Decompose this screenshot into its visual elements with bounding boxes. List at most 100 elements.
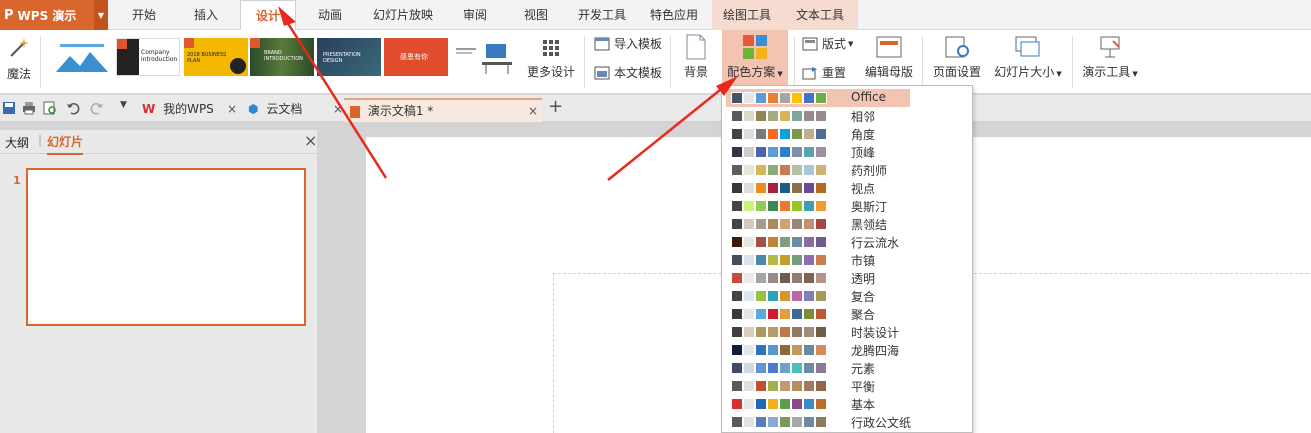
- tab-divider: |: [38, 133, 43, 147]
- redo-icon[interactable]: [90, 101, 104, 115]
- template-thumb-7[interactable]: [452, 38, 516, 76]
- tab-special[interactable]: 特色应用: [642, 0, 706, 30]
- color-scheme-item[interactable]: Office: [726, 89, 910, 107]
- premium-badge-icon: [117, 39, 127, 49]
- color-scheme-item[interactable]: 顶峰: [726, 143, 910, 161]
- reset-button[interactable]: 重置: [802, 64, 862, 81]
- ribbon-divider: [922, 36, 923, 88]
- tab-slideshow[interactable]: 幻灯片放映: [364, 0, 442, 30]
- color-scheme-item[interactable]: 奥斯汀: [726, 197, 910, 215]
- tab-slides[interactable]: 幻灯片: [47, 133, 84, 155]
- color-swatch-strip: [731, 128, 827, 140]
- color-swatch: [767, 110, 779, 122]
- color-swatch: [731, 110, 743, 122]
- color-scheme-item[interactable]: 药剂师: [726, 161, 910, 179]
- print-preview-icon[interactable]: [43, 101, 57, 115]
- template-thumb-6[interactable]: 感恩有你: [384, 38, 448, 76]
- color-scheme-item[interactable]: 市镇: [726, 251, 910, 269]
- color-scheme-item[interactable]: 角度: [726, 125, 910, 143]
- color-swatch: [731, 308, 743, 320]
- template-thumb-4[interactable]: BRAND INTRODUCTION: [250, 38, 314, 76]
- color-scheme-item[interactable]: 行政公文纸: [726, 413, 911, 431]
- save-icon[interactable]: [2, 101, 16, 115]
- color-swatch: [779, 182, 791, 194]
- close-icon[interactable]: ×: [227, 98, 237, 120]
- color-scheme-item[interactable]: 相邻: [726, 107, 910, 125]
- color-swatch: [743, 110, 755, 122]
- edit-master-button[interactable]: 编辑母版: [860, 36, 918, 80]
- color-scheme-item[interactable]: 龙腾四海: [726, 341, 910, 359]
- magic-button[interactable]: 魔法: [2, 36, 36, 82]
- color-scheme-item[interactable]: 时装设计: [726, 323, 910, 341]
- layout-button[interactable]: 版式 ▼: [802, 35, 862, 52]
- import-template-button[interactable]: 导入模板: [594, 35, 664, 52]
- tab-design[interactable]: 设计: [240, 0, 296, 31]
- color-swatch: [755, 416, 767, 428]
- template-thumb-5[interactable]: PRESENTATION DESIGN: [317, 38, 381, 76]
- color-scheme-item[interactable]: 黑领结: [726, 215, 910, 233]
- color-scheme-item[interactable]: 聚合: [726, 305, 910, 323]
- color-scheme-item[interactable]: 基本: [726, 395, 910, 413]
- this-template-button[interactable]: 本文模板: [594, 64, 664, 81]
- color-swatch: [779, 272, 791, 284]
- color-scheme-item[interactable]: 复合: [726, 287, 910, 305]
- close-icon[interactable]: ×: [304, 131, 317, 150]
- color-scheme-item[interactable]: 元素: [726, 359, 910, 377]
- color-swatch: [755, 308, 767, 320]
- color-scheme-button[interactable]: 配色方案 ▼: [722, 30, 788, 85]
- color-swatch: [815, 416, 827, 428]
- color-scheme-item[interactable]: 视点: [726, 179, 910, 197]
- template-thumb-1[interactable]: [50, 38, 114, 76]
- chevron-down-icon[interactable]: ▼: [94, 0, 108, 30]
- print-icon[interactable]: [22, 101, 36, 115]
- color-swatch: [731, 254, 743, 266]
- this-template-label: 本文模板: [614, 66, 663, 80]
- color-swatch: [755, 326, 767, 338]
- doctab-cloud-docs[interactable]: ⬢ 云文档 ×: [246, 98, 346, 122]
- color-swatch: [815, 164, 827, 176]
- tab-view[interactable]: 视图: [510, 0, 562, 30]
- chevron-down-icon[interactable]: ▼: [120, 100, 134, 114]
- tab-insert[interactable]: 插入: [180, 0, 232, 30]
- template-thumb-2[interactable]: Company introduction: [116, 38, 180, 76]
- tab-home[interactable]: 开始: [118, 0, 170, 30]
- color-scheme-item[interactable]: 平衡: [726, 377, 910, 395]
- color-swatch: [767, 326, 779, 338]
- doctab-presentation[interactable]: 演示文稿1 * ×: [344, 98, 542, 122]
- color-scheme-item[interactable]: 行云流水: [726, 233, 910, 251]
- slide-size-button[interactable]: 幻灯片大小 ▼: [988, 36, 1068, 80]
- color-swatch: [755, 146, 767, 158]
- tab-animation[interactable]: 动画: [304, 0, 356, 30]
- more-designs-button[interactable]: 更多设计: [524, 40, 578, 80]
- color-swatch: [815, 128, 827, 140]
- tab-developer[interactable]: 开发工具: [570, 0, 634, 30]
- reset-icon: [802, 66, 817, 79]
- color-scheme-item[interactable]: 透明: [726, 269, 910, 287]
- app-menu-button[interactable]: P WPS 演示 ▼: [0, 0, 108, 30]
- presentation-tools-button[interactable]: 演示工具 ▼: [1078, 36, 1142, 80]
- tab-drawing-tools[interactable]: 绘图工具: [712, 0, 782, 30]
- close-icon[interactable]: ×: [333, 98, 343, 120]
- color-swatch-strip: [731, 290, 827, 302]
- page-setup-button[interactable]: 页面设置: [928, 36, 986, 80]
- panel-splitter[interactable]: [317, 122, 325, 433]
- close-icon[interactable]: ×: [528, 100, 538, 122]
- presentation-tools-label: 演示工具 ▼: [1082, 65, 1138, 79]
- premium-badge-icon: [184, 38, 194, 48]
- tab-text-tools[interactable]: 文本工具: [782, 0, 858, 30]
- tab-review[interactable]: 审阅: [450, 0, 500, 30]
- undo-icon[interactable]: [66, 101, 80, 115]
- color-swatch: [791, 200, 803, 212]
- color-swatch: [779, 308, 791, 320]
- new-tab-plus-icon[interactable]: +: [548, 97, 563, 117]
- background-button[interactable]: 背景: [676, 34, 716, 80]
- doctab-my-wps[interactable]: W 我的WPS ×: [140, 98, 240, 122]
- color-swatch: [743, 182, 755, 194]
- color-swatch-strip: [731, 164, 827, 176]
- color-swatch-strip: [731, 308, 827, 320]
- slide-thumbnail[interactable]: [26, 168, 306, 326]
- color-swatch: [791, 326, 803, 338]
- template-thumb-3[interactable]: 2018 BUSINESS PLAN: [184, 38, 248, 76]
- color-swatch: [767, 128, 779, 140]
- tab-outline[interactable]: 大纲: [5, 134, 29, 151]
